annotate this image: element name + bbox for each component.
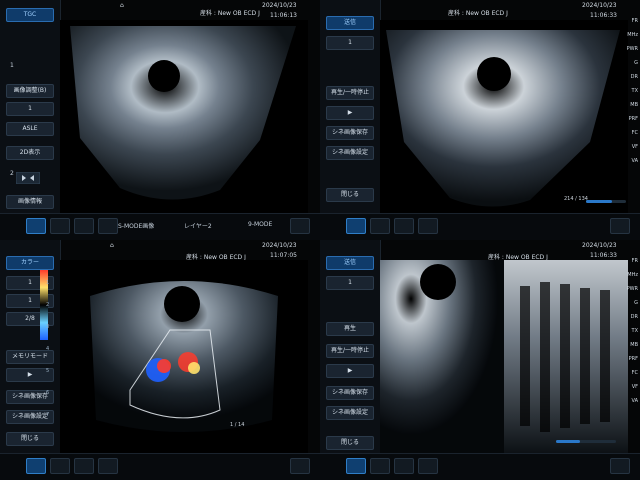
bottom-toolbar	[320, 453, 640, 480]
bottom-toolbar: S-MODE画像 レイヤー2 9-MODE	[0, 213, 320, 240]
time-display: 11:06:33	[590, 252, 617, 259]
misc-label: 2	[10, 170, 14, 177]
date-display: 2024/10/23	[582, 2, 617, 9]
layout-tab[interactable]	[370, 218, 390, 234]
mode-label: S-MODE画像	[118, 223, 155, 230]
mode-label: レイヤー2	[184, 223, 212, 230]
close-button[interactable]: 閉じる	[326, 188, 374, 202]
cine-save-button[interactable]: シネ画像保存	[326, 386, 374, 400]
play-button[interactable]: ▶	[326, 106, 374, 120]
layout-tab[interactable]	[50, 218, 70, 234]
transmit-button[interactable]: 送信	[326, 256, 374, 270]
parameter-column: FR MHz PWR G DR TX MB PRF FC VF VA	[626, 258, 638, 404]
exam-header: 産科 : New OB ECD J	[448, 10, 508, 17]
cine-save-button[interactable]: シネ画像保存	[326, 126, 374, 140]
trash-button[interactable]	[290, 218, 310, 234]
cine-settings-button[interactable]: シネ画像設定	[326, 406, 374, 420]
bottom-toolbar	[320, 213, 640, 240]
date-display: 2024/10/23	[262, 2, 297, 9]
ultrasound-image-bottom-right	[380, 260, 628, 454]
close-button[interactable]: 閉じる	[326, 436, 374, 450]
trash-button[interactable]	[610, 218, 630, 234]
cine-slider[interactable]	[556, 440, 616, 443]
cursor-hint: ⌂	[110, 242, 114, 249]
measure-tab[interactable]	[394, 458, 414, 474]
value-1-button[interactable]: 1	[326, 36, 374, 50]
date-display: 2024/10/23	[582, 242, 617, 249]
exam-header: 産科 : New OB ECD J	[200, 10, 260, 17]
play-pause-button[interactable]: 再生/一時停止	[326, 86, 374, 100]
b-mode-tab[interactable]	[26, 218, 46, 234]
save-button[interactable]	[98, 218, 118, 234]
layout-tab[interactable]	[370, 458, 390, 474]
trash-button[interactable]	[610, 458, 630, 474]
asle-button[interactable]: ASLE	[6, 122, 54, 136]
tgc-button[interactable]: TGC	[6, 8, 54, 22]
play-pause-button[interactable]: 再生/一時停止	[326, 344, 374, 358]
play-button[interactable]: 再生	[326, 322, 374, 336]
cursor-hint: ⌂	[120, 2, 124, 9]
frame-counter: 1 / 14	[230, 422, 245, 428]
trash-button[interactable]	[290, 458, 310, 474]
cine-settings-button[interactable]: シネ画像設定	[326, 146, 374, 160]
frame-counter: 214 / 134	[564, 196, 588, 202]
play-arrow-button[interactable]: ▶	[326, 364, 374, 378]
mode-label: 9-MODE	[248, 221, 273, 228]
time-display: 11:06:33	[590, 12, 617, 19]
depth-scale: 1 2 3 4 5 6 7	[46, 280, 50, 418]
measure-tab[interactable]	[394, 218, 414, 234]
measure-tab[interactable]	[74, 218, 94, 234]
parameter-column: FR MHz PWR G DR TX MB PRF FC VF VA	[626, 18, 638, 164]
b-mode-tab[interactable]	[346, 218, 366, 234]
save-button[interactable]	[418, 458, 438, 474]
display-2d-button[interactable]: 2D表示	[6, 146, 54, 160]
panel-bottom-right: 送信 1 再生 再生/一時停止 ▶ シネ画像保存 シネ画像設定 閉じる 産科 :…	[320, 240, 640, 480]
control-sidebar: TGC 画像調整(B) 1 ASLE 2D表示 画像情報 1 2	[0, 0, 61, 214]
time-display: 11:06:13	[270, 12, 297, 19]
b-mode-tab[interactable]	[346, 458, 366, 474]
measure-tab[interactable]	[74, 458, 94, 474]
panel-bottom-left: カラー 1 1 2/8 メモリモード ▶ シネ画像保存 シネ画像設定 閉じる ⌂…	[0, 240, 320, 480]
b-mode-tab[interactable]	[26, 458, 46, 474]
color-button[interactable]: カラー	[6, 256, 54, 270]
date-display: 2024/10/23	[262, 242, 297, 249]
layout-tab[interactable]	[50, 458, 70, 474]
time-display: 11:07:05	[270, 252, 297, 259]
value-1-button[interactable]: 1	[6, 102, 54, 116]
panel-top-right: 送信 1 再生/一時停止 ▶ シネ画像保存 シネ画像設定 閉じる 産科 : Ne…	[320, 0, 640, 240]
save-button[interactable]	[98, 458, 118, 474]
panel-top-left: TGC 画像調整(B) 1 ASLE 2D表示 画像情報 1 2 ⌂ 産科 : …	[0, 0, 320, 240]
misc-label: 1	[10, 62, 14, 69]
value-1-button[interactable]: 1	[326, 276, 374, 290]
ultrasound-image-top-right	[380, 20, 628, 214]
bottom-toolbar	[0, 453, 320, 480]
ultrasound-image-top-left	[60, 20, 308, 214]
cine-slider[interactable]	[586, 200, 626, 203]
save-button[interactable]	[418, 218, 438, 234]
probe-icon	[16, 172, 40, 184]
ultrasound-image-bottom-left	[60, 260, 308, 454]
control-sidebar: 送信 1 再生 再生/一時停止 ▶ シネ画像保存 シネ画像設定 閉じる	[320, 240, 381, 454]
control-sidebar: 送信 1 再生/一時停止 ▶ シネ画像保存 シネ画像設定 閉じる	[320, 0, 381, 214]
transmit-button[interactable]: 送信	[326, 16, 374, 30]
image-info-button[interactable]: 画像情報	[6, 195, 54, 209]
image-adjust-button[interactable]: 画像調整(B)	[6, 84, 54, 98]
